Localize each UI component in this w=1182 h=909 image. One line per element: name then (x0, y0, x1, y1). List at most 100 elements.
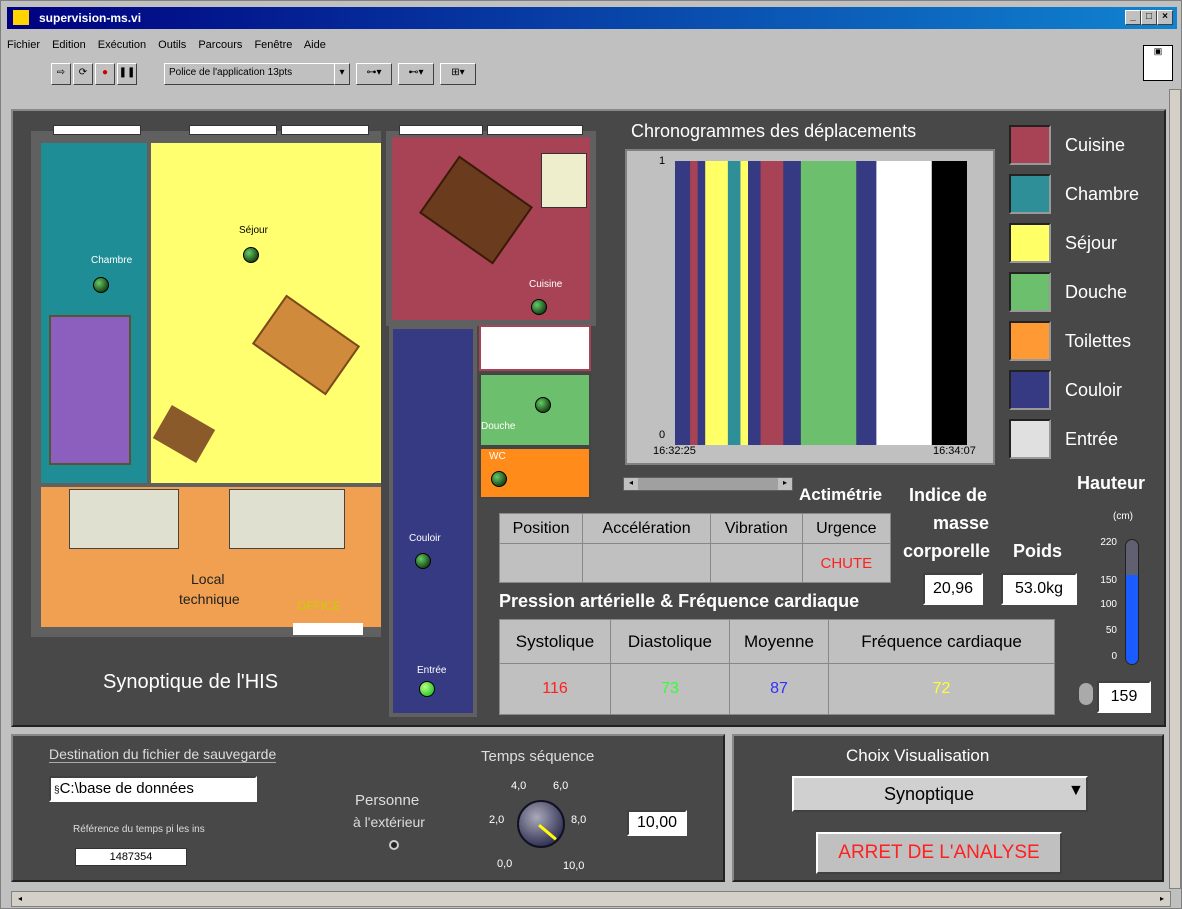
chrono-segment (697, 161, 706, 445)
chrono-segment (876, 161, 933, 445)
knob-tick: 4,0 (511, 780, 527, 792)
actimetry-header: Urgence (801, 513, 892, 544)
hauteur-increment-icon[interactable] (1079, 683, 1093, 705)
scroll-left-icon[interactable]: ◂ (12, 892, 28, 906)
sequence-knob[interactable] (517, 800, 565, 848)
knob-tick: 6,0 (553, 780, 569, 792)
hauteur-tick: 0 (1111, 651, 1117, 662)
menu-execution[interactable]: Exécution (98, 39, 146, 51)
systolique-value: 116 (499, 663, 611, 715)
chrono-y-top: 1 (659, 155, 666, 167)
menu-fichier[interactable]: Fichier (7, 39, 40, 51)
chrono-segment (705, 161, 729, 445)
chrono-scrollbar[interactable]: ◂ ▸ (623, 477, 793, 491)
chrono-segment (800, 161, 857, 445)
menu-aide[interactable]: Aide (304, 39, 326, 51)
chrono-segment (760, 161, 784, 445)
menu-edition[interactable]: Edition (52, 39, 86, 51)
window-vscrollbar[interactable] (1169, 89, 1181, 889)
chrono-segment (727, 161, 741, 445)
poids-label: Poids (1013, 541, 1063, 561)
menu-fenetre[interactable]: Fenêtre (254, 39, 292, 51)
scroll-right-icon[interactable]: ▸ (778, 478, 792, 490)
label-wc: WC (489, 451, 506, 462)
vi-connector-icon: ▣ (1143, 45, 1173, 81)
hauteur-tick: 220 (1100, 537, 1117, 548)
imc-label-2: masse (933, 513, 990, 533)
sensor-entree (419, 681, 435, 697)
maximize-button[interactable]: □ (1141, 10, 1157, 25)
chrono-x-start: 16:32:25 (653, 445, 696, 457)
window-hscrollbar[interactable]: ◂ ▸ (11, 891, 1171, 907)
align-icon[interactable]: ⊶▾ (356, 63, 392, 85)
pression-header: Systolique (499, 619, 611, 664)
actimetry-cell (582, 543, 711, 583)
label-entree: Entrée (417, 665, 447, 676)
knob-tick: 8,0 (571, 814, 587, 826)
sequence-knob-area: 0,0 2,0 4,0 6,0 8,0 10,0 (483, 774, 603, 874)
pause-icon[interactable]: ❚❚ (117, 63, 137, 85)
abort-icon[interactable]: ● (95, 63, 115, 85)
legend-swatch (1009, 321, 1051, 361)
chrono-segment (675, 161, 691, 445)
exterior-label-1: Personne (355, 792, 420, 809)
close-button[interactable]: × (1157, 10, 1173, 25)
stove (479, 325, 591, 371)
visualisation-select[interactable]: Synoptique ▼ (792, 776, 1088, 812)
legend-label: Toilettes (1065, 331, 1132, 351)
pression-title: Pression artérielle & Fréquence cardiaqu… (499, 591, 860, 611)
chrono-y-bottom: 0 (659, 429, 666, 441)
window-2 (189, 125, 277, 135)
chrono-plot (675, 161, 967, 445)
chrono-segment (931, 161, 967, 445)
desk-2 (229, 489, 345, 549)
label-douche: Douche (481, 421, 516, 432)
sensor-couloir (415, 553, 431, 569)
poids-value: 53.0kg (1001, 573, 1077, 605)
knob-tick: 0,0 (497, 858, 513, 870)
legend-label: Entrée (1065, 429, 1119, 449)
frequence-value: 72 (828, 663, 1055, 715)
chevron-down-icon[interactable]: ▾ (334, 63, 350, 85)
chrono-graph: 1 0 16:32:25 16:34:07 (625, 149, 995, 465)
chrono-segment (783, 161, 802, 445)
stop-analysis-button[interactable]: ARRET DE L'ANALYSE (816, 832, 1062, 874)
run-arrow-icon[interactable]: ⇨ (51, 63, 71, 85)
knob-tick: 2,0 (489, 814, 505, 826)
chrono-title: Chronogrammes des déplacements (631, 121, 917, 141)
exterior-led (389, 840, 399, 850)
pression-header: Diastolique (610, 619, 730, 664)
fridge (541, 153, 587, 208)
scroll-right-icon[interactable]: ▸ (1154, 892, 1170, 906)
window-4 (399, 125, 483, 135)
legend-label: Cuisine (1065, 135, 1126, 155)
menu-parcours[interactable]: Parcours (198, 39, 242, 51)
distribute-icon[interactable]: ⊷▾ (398, 63, 434, 85)
font-select[interactable]: Police de l'application 13pts (164, 63, 350, 85)
exterior-label-2: à l'extérieur (353, 814, 425, 830)
window-sill (293, 623, 363, 635)
dest-path-value: C:\base de données (59, 780, 194, 797)
sensor-cuisine (531, 299, 547, 315)
room-legend: Cuisine Chambre Séjour Douche Toilettes Coulo… (1009, 125, 1169, 465)
legend-label: Séjour (1065, 233, 1118, 253)
label-office: OFFICE (297, 599, 341, 613)
title-bar: supervision-ms.vi _ □ × (7, 7, 1177, 29)
menu-outils[interactable]: Outils (158, 39, 186, 51)
run-continuous-icon[interactable]: ⟳ (73, 63, 93, 85)
actimetry-header: Position (498, 513, 584, 544)
hauteur-unit: (cm) (1113, 511, 1133, 522)
reorder-icon[interactable]: ⊞▾ (440, 63, 476, 85)
scroll-left-icon[interactable]: ◂ (624, 478, 638, 490)
pression-table: Systolique Diastolique Moyenne Fréquence… (499, 619, 1055, 715)
bed (49, 315, 131, 465)
sequence-value[interactable]: 10,00 (627, 810, 687, 836)
dest-path-input[interactable]: §C:\base de données (49, 776, 257, 802)
chevron-down-icon[interactable]: ▼ (1068, 782, 1084, 800)
actimetry-header: Accélération (582, 513, 711, 544)
knob-tick: 10,0 (563, 860, 585, 872)
sequence-label: Temps séquence (481, 748, 595, 765)
actimetry-table: Position Accélération Vibration Urgence … (498, 513, 892, 583)
minimize-button[interactable]: _ (1125, 10, 1141, 25)
actimetry-cell (710, 543, 803, 583)
